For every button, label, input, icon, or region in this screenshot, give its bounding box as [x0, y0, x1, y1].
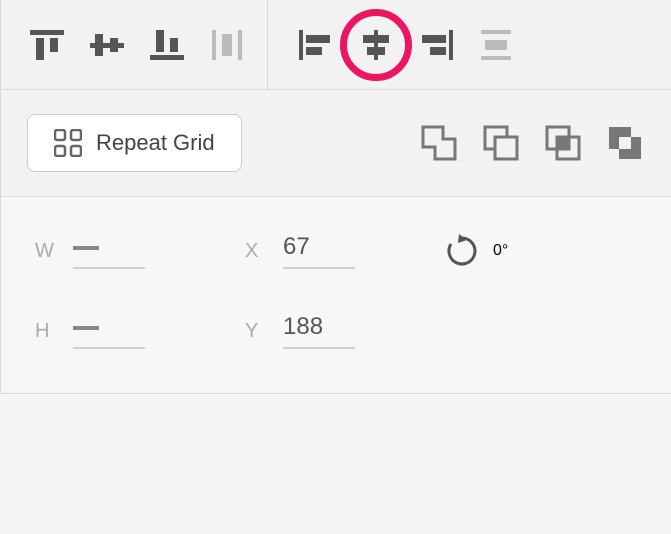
alignment-row — [1, 0, 671, 90]
align-right-button[interactable] — [416, 25, 456, 65]
transform-section: W X 67 0° H Y 188 — [1, 197, 671, 394]
properties-panel: Repeat Grid — [0, 0, 671, 394]
boolean-exclude-icon — [607, 125, 643, 161]
repeat-grid-button[interactable]: Repeat Grid — [27, 114, 242, 172]
boolean-add-button[interactable] — [419, 123, 459, 163]
width-label: W — [35, 240, 59, 263]
distribute-horizontal-icon — [481, 30, 511, 60]
align-center-icon — [359, 30, 393, 60]
x-field[interactable]: X 67 — [245, 233, 445, 269]
y-value: 188 — [283, 313, 355, 349]
transform-row-1: W X 67 0° — [35, 233, 637, 269]
distribute-horizontal-button[interactable] — [476, 25, 516, 65]
align-middle-button[interactable] — [87, 25, 127, 65]
align-bottom-button[interactable] — [147, 25, 187, 65]
boolean-exclude-button[interactable] — [605, 123, 645, 163]
align-middle-icon — [90, 30, 124, 60]
repeat-grid-icon — [54, 129, 82, 157]
boolean-subtract-icon — [483, 125, 519, 161]
align-left-icon — [299, 30, 333, 60]
align-bottom-icon — [150, 30, 184, 60]
distribute-vertical-button[interactable] — [207, 25, 247, 65]
height-label: H — [35, 320, 59, 343]
boolean-group — [419, 123, 645, 163]
horizontal-align-group — [296, 25, 516, 65]
boolean-add-icon — [421, 125, 457, 161]
align-center-button[interactable] — [356, 25, 396, 65]
rotate-icon — [445, 234, 479, 268]
align-top-button[interactable] — [27, 25, 67, 65]
height-value — [73, 313, 145, 349]
boolean-intersect-icon — [545, 125, 581, 161]
transform-row-2: H Y 188 — [35, 313, 637, 349]
x-value: 67 — [283, 233, 355, 269]
repeat-grid-row: Repeat Grid — [1, 90, 671, 197]
width-value — [73, 233, 145, 269]
vertical-align-group — [27, 25, 247, 65]
align-right-icon — [419, 30, 453, 60]
align-divider — [267, 0, 268, 90]
rotation-field[interactable]: 0° — [445, 234, 637, 268]
align-left-button[interactable] — [296, 25, 336, 65]
y-label: Y — [245, 320, 269, 343]
width-field[interactable]: W — [35, 233, 245, 269]
height-field[interactable]: H — [35, 313, 245, 349]
rotation-value: 0° — [493, 242, 549, 260]
boolean-intersect-button[interactable] — [543, 123, 583, 163]
boolean-subtract-button[interactable] — [481, 123, 521, 163]
x-label: X — [245, 240, 269, 263]
y-field[interactable]: Y 188 — [245, 313, 445, 349]
repeat-grid-label: Repeat Grid — [96, 130, 215, 156]
distribute-vertical-icon — [212, 30, 242, 60]
align-top-icon — [30, 30, 64, 60]
